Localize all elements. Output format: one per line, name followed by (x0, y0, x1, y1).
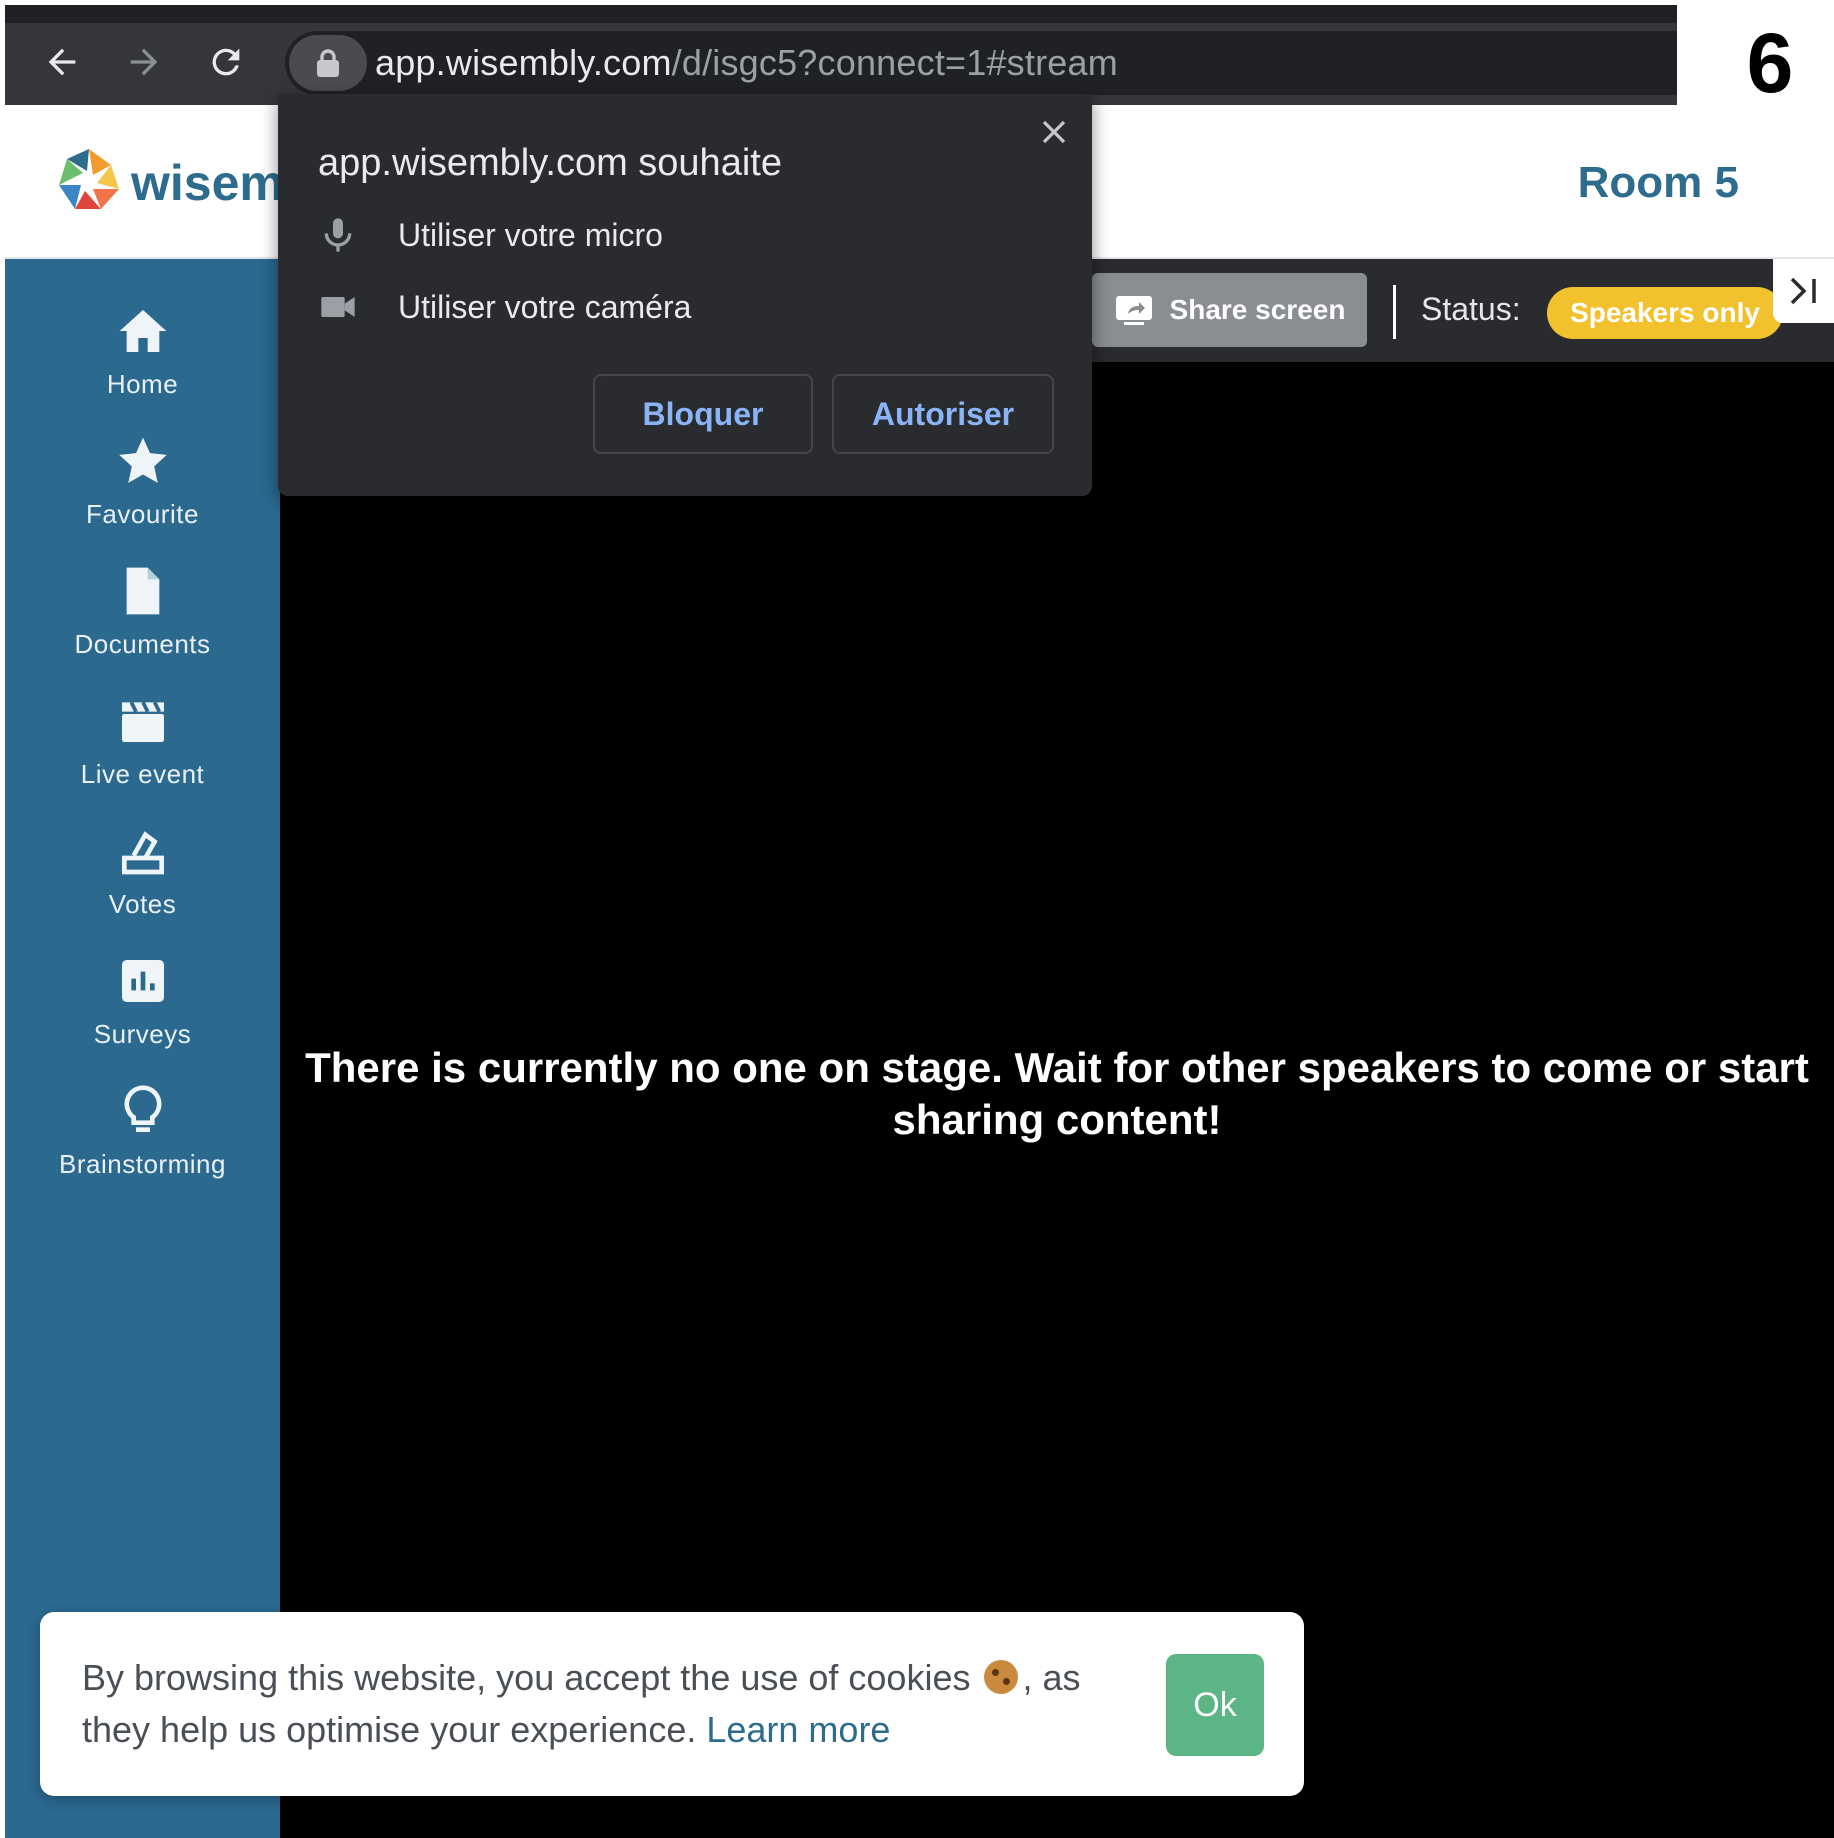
step-number: 6 (1746, 16, 1794, 110)
back-button[interactable] (35, 35, 89, 89)
brand-name: wisem (131, 155, 284, 211)
sidebar-item-label: Live event (80, 759, 205, 789)
close-button[interactable] (1032, 110, 1076, 154)
document-icon (126, 567, 159, 615)
sidebar-item-label: Brainstorming (59, 1149, 226, 1179)
collapse-panel-button[interactable] (1773, 259, 1834, 323)
sidebar-item-label: Home (106, 369, 179, 399)
browser-tab-strip (5, 5, 1677, 23)
share-screen-button[interactable]: Share screen (1092, 273, 1367, 347)
url-host: app.wisembly.com (375, 42, 672, 83)
lock-icon (317, 49, 339, 77)
url-text: app.wisembly.com/d/isgc5?connect=1#strea… (375, 41, 1118, 85)
permission-row-mic: Utiliser votre micro (318, 212, 663, 258)
permission-popup: app.wisembly.com souhaite Utiliser votre… (278, 94, 1092, 496)
screen-share-icon (1115, 296, 1152, 325)
cookie-text-start: By browsing this website, you accept the… (82, 1657, 971, 1698)
status-badge[interactable]: Speakers only (1547, 287, 1783, 339)
room-title: Room 5 (1577, 158, 1739, 207)
sidebar-item-favourite[interactable]: Favourite (5, 415, 280, 545)
clapperboard-icon (121, 701, 164, 742)
permission-row-camera: Utiliser votre caméra (318, 284, 691, 330)
stage-empty-message: There is currently no one on stage. Wait… (305, 1044, 1809, 1143)
reload-icon (212, 48, 240, 76)
cookie-text: By browsing this website, you accept the… (82, 1652, 1122, 1756)
forward-button[interactable] (117, 35, 171, 89)
microphone-icon (324, 218, 352, 252)
status-label: Status: (1421, 291, 1521, 327)
camera-icon (321, 297, 355, 317)
learn-more-link[interactable]: Learn more (706, 1709, 890, 1750)
sidebar-item-brainstorming[interactable]: Brainstorming (5, 1065, 280, 1195)
toolbar-divider (1393, 285, 1396, 339)
sidebar: Home Favourite Documents Live event Vote… (5, 259, 280, 1838)
sidebar-item-label: Surveys (93, 1019, 192, 1049)
close-icon (1042, 120, 1066, 144)
home-icon (119, 310, 166, 352)
browser-toolbar: app.wisembly.com/d/isgc5?connect=1#strea… (5, 5, 1677, 105)
lightbulb-icon (123, 1085, 162, 1132)
forward-arrow-icon (130, 48, 158, 76)
sidebar-item-label: Favourite (86, 499, 199, 529)
sidebar-item-label: Votes (108, 889, 177, 919)
cookie-banner: By browsing this website, you accept the… (40, 1612, 1304, 1796)
permission-title: app.wisembly.com souhaite (318, 142, 782, 184)
sidebar-item-live-event[interactable]: Live event (5, 675, 280, 805)
bar-chart-icon (121, 960, 164, 1002)
ballot-icon (121, 831, 164, 875)
permission-camera-label: Utiliser votre caméra (398, 288, 692, 325)
block-button[interactable]: Bloquer (593, 374, 813, 454)
sidebar-item-surveys[interactable]: Surveys (5, 935, 280, 1065)
sidebar-item-documents[interactable]: Documents (5, 545, 280, 675)
sidebar-item-votes[interactable]: Votes (5, 805, 280, 935)
collapse-right-icon (1790, 277, 1816, 305)
cookie-icon (984, 1660, 1019, 1694)
star-icon (118, 437, 167, 483)
back-arrow-icon (48, 48, 76, 76)
sidebar-item-label: Documents (74, 629, 211, 659)
share-screen-label: Share screen (1169, 294, 1346, 325)
reload-button[interactable] (199, 35, 253, 89)
wisembly-logo-icon (59, 149, 119, 209)
address-bar[interactable]: app.wisembly.com/d/isgc5?connect=1#strea… (285, 31, 1677, 95)
permission-mic-label: Utiliser votre micro (398, 216, 663, 253)
site-info-button[interactable] (289, 35, 367, 91)
sidebar-item-home[interactable]: Home (5, 285, 280, 415)
url-path: /d/isgc5?connect=1#stream (671, 42, 1118, 83)
cookie-ok-button[interactable]: Ok (1166, 1654, 1264, 1756)
allow-button[interactable]: Autoriser (832, 374, 1054, 454)
